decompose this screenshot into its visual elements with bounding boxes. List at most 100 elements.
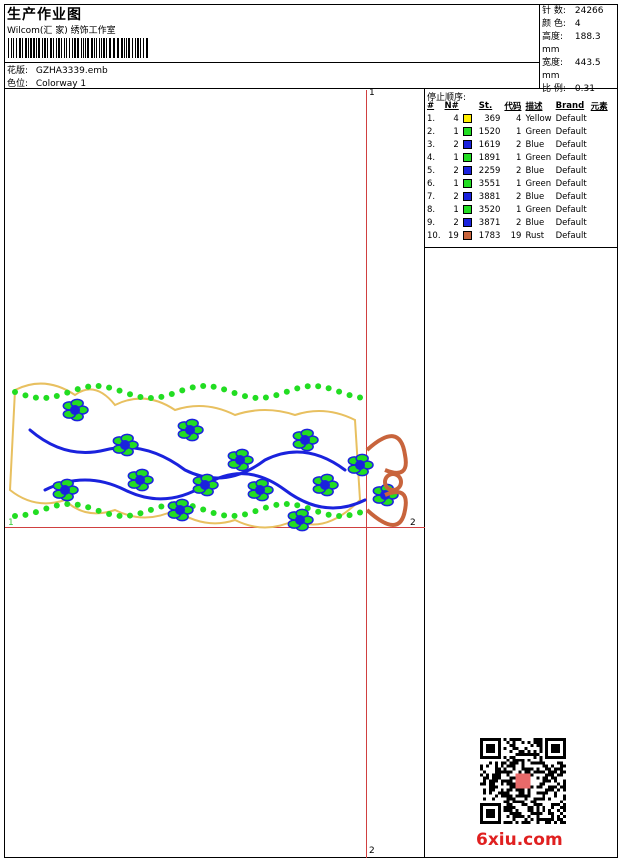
col-swatch [461,100,477,112]
row-index: 10. [427,230,441,241]
row-element [589,203,610,216]
row-description: Green [525,126,552,137]
row-code: 1 [516,152,522,163]
row-description: Green [525,178,552,189]
row-index: 4. [427,152,436,163]
rust-motif [365,434,408,527]
col-code: 代码 [504,102,522,112]
flower-motif [52,478,79,502]
col-needle: N# [444,101,459,111]
width-label: 宽度: [542,58,564,68]
row-brand: Default [555,191,587,202]
row-description: Yellow [525,113,552,124]
color-swatch [462,139,472,149]
row-brand: Default [555,113,587,124]
row-index: 6. [427,178,436,189]
watermark-text: 6xiu.com [476,830,563,850]
row-brand: Default [555,152,587,163]
scale-label: 比 例: [542,84,566,94]
row-needle: 2 [453,165,459,176]
row-swatch [461,229,477,242]
design-label: 花版: [7,66,29,76]
table-row: 3. 2 1619 2 Blue Default [425,138,610,151]
row-brand: Default [555,126,587,137]
flower-motif [247,478,274,502]
stop-sequence-table: # N# St. 代码 描述 Brand 元素 1. 4 369 4 Yellow Def… [425,100,610,242]
row-needle: 1 [453,152,459,163]
table-row: 4. 1 1891 1 Green Default [425,151,610,164]
row-swatch [461,164,477,177]
row-needle: 1 [453,178,459,189]
stitch-count-label: 针 数: [542,6,566,16]
color-count-row: 颜 色: 4 [542,18,620,31]
design-file-row: 花版: GZHA3339.emb [7,63,108,76]
table-row: 2. 1 1520 1 Green Default [425,125,610,138]
row-code: 19 [510,230,522,241]
row-stitches: 3881 [478,191,501,202]
row-index: 2. [427,126,436,137]
marker-2-bottom: 2 [369,846,375,856]
flower-motif [127,468,154,492]
flower-motif [347,453,374,477]
height-label: 高度: [542,32,564,42]
color-count-label: 颜 色: [542,19,566,29]
row-index: 7. [427,191,436,202]
color-swatch [462,152,472,162]
row-element [589,138,610,151]
barcode [8,38,148,58]
row-element [589,112,610,125]
row-index: 1. [427,113,436,124]
row-needle: 1 [453,126,459,137]
color-swatch [462,178,472,188]
row-index: 9. [427,217,436,228]
table-row: 1. 4 369 4 Yellow Default [425,112,610,125]
width-row: 宽度: 443.5 mm [542,57,620,83]
scale-value: 0.31 [574,84,595,94]
design-file-name: GZHA3339.emb [35,66,108,76]
row-swatch [461,151,477,164]
row-brand: Default [555,178,587,189]
color-swatch [462,113,472,123]
stitch-count-value: 24266 [574,6,604,16]
row-code: 2 [516,191,522,202]
row-brand: Default [555,204,587,215]
row-element [589,177,610,190]
row-brand: Default [555,139,587,150]
row-code: 2 [516,165,522,176]
row-swatch [461,125,477,138]
qr-code [480,738,566,824]
table-row: 9. 2 3871 2 Blue Default [425,216,610,229]
color-count-value: 4 [574,19,581,29]
table-header-row: # N# St. 代码 描述 Brand 元素 [425,100,610,112]
table-row: 7. 2 3881 2 Blue Default [425,190,610,203]
row-brand: Default [555,230,587,241]
row-brand: Default [555,217,587,228]
color-swatch [462,126,472,136]
row-code: 4 [516,113,522,124]
row-swatch [461,177,477,190]
table-bottom-divider [424,247,618,248]
row-stitches: 3520 [478,204,501,215]
row-index: 3. [427,139,436,150]
row-code: 2 [516,139,522,150]
embroidery-design-preview [8,382,408,532]
row-stitches: 1783 [478,230,501,241]
flower-motif [227,448,254,472]
color-swatch [462,191,472,201]
stats-panel: 针 数: 24266 颜 色: 4 高度: 188.3 mm 宽度: 443.5… [542,5,620,96]
row-needle: 19 [447,230,459,241]
row-stitches: 1891 [478,152,501,163]
marker-1-top: 1 [369,88,375,98]
flower-motif [312,473,339,497]
colorway-value: Colorway 1 [35,79,87,89]
color-swatch [462,165,472,175]
col-element: 元素 [590,102,608,112]
row-needle: 4 [453,113,459,124]
row-description: Blue [525,191,545,202]
col-brand: Brand [555,101,585,111]
flower-motif [287,508,314,532]
height-row: 高度: 188.3 mm [542,31,620,57]
row-needle: 2 [453,217,459,228]
row-swatch [461,112,477,125]
table-row: 10. 19 1783 19 Rust Default [425,229,610,242]
